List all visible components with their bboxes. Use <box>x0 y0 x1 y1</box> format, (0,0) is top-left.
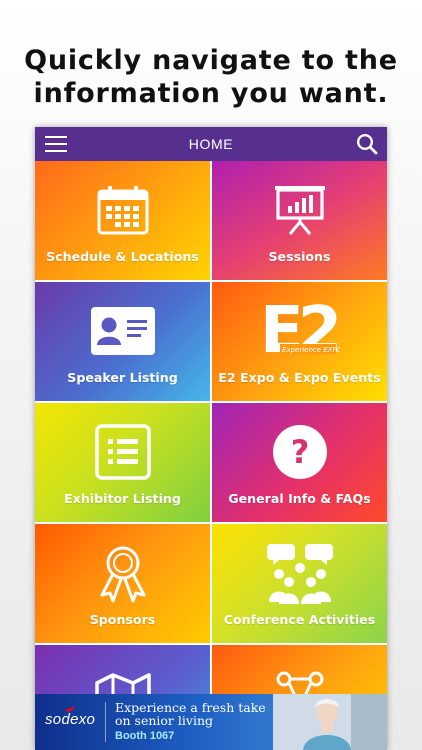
tile-speaker-listing[interactable]: Speaker Listing <box>35 282 210 401</box>
promo-headline: Quickly navigate to the information you … <box>0 44 422 110</box>
tile-label: Schedule & Locations <box>46 249 199 264</box>
tile-label: Exhibitor Listing <box>64 491 181 506</box>
tile-e2-expo[interactable]: E2 Experience EXPO E2 Expo & Expo Events <box>212 282 387 401</box>
ad-brand-logo: sodexo <box>45 711 96 728</box>
e2-expo-logo: E2 Experience EXPO <box>212 296 387 366</box>
sponsor-ad-banner[interactable]: sodexo Experience a fresh take on senior… <box>35 694 387 750</box>
app-screen: HOME Schedule & Locations Sessions Speak… <box>35 127 387 750</box>
tile-label: Sponsors <box>89 612 156 627</box>
tile-sponsors[interactable]: Sponsors <box>35 524 210 643</box>
svg-text:?: ? <box>290 433 309 471</box>
tile-schedule-locations[interactable]: Schedule & Locations <box>35 161 210 280</box>
e2-logo-subtext: Experience EXPO <box>282 346 340 354</box>
promo-headline-line2: information you want. <box>33 78 389 109</box>
calendar-icon <box>35 181 210 239</box>
list-icon <box>35 423 210 481</box>
search-icon[interactable] <box>356 133 378 155</box>
tile-conference-activities[interactable]: Conference Activities <box>212 524 387 643</box>
e2-logo-text: E2 <box>260 298 337 364</box>
tile-label: E2 Expo & Expo Events <box>218 370 381 385</box>
award-ribbon-icon <box>35 544 210 603</box>
tile-label: Sessions <box>268 249 331 264</box>
promo-headline-line1: Quickly navigate to the <box>24 45 398 76</box>
question-icon: ? <box>212 423 387 481</box>
page-title: HOME <box>188 136 234 152</box>
tile-general-info-faqs[interactable]: ? General Info & FAQs <box>212 403 387 522</box>
tile-label: General Info & FAQs <box>228 491 371 506</box>
ad-headline: Experience a fresh take on senior living <box>115 700 266 728</box>
ad-divider <box>105 702 106 742</box>
id-card-icon <box>35 302 210 360</box>
people-chat-icon <box>212 544 387 604</box>
presentation-board-icon <box>212 181 387 239</box>
top-navbar: HOME <box>35 127 387 161</box>
tile-label: Conference Activities <box>223 612 376 627</box>
tile-sessions[interactable]: Sessions <box>212 161 387 280</box>
ad-photo <box>273 694 387 750</box>
tile-exhibitor-listing[interactable]: Exhibitor Listing <box>35 403 210 522</box>
tile-label: Speaker Listing <box>67 370 178 385</box>
ad-booth: Booth 1067 <box>115 730 175 742</box>
